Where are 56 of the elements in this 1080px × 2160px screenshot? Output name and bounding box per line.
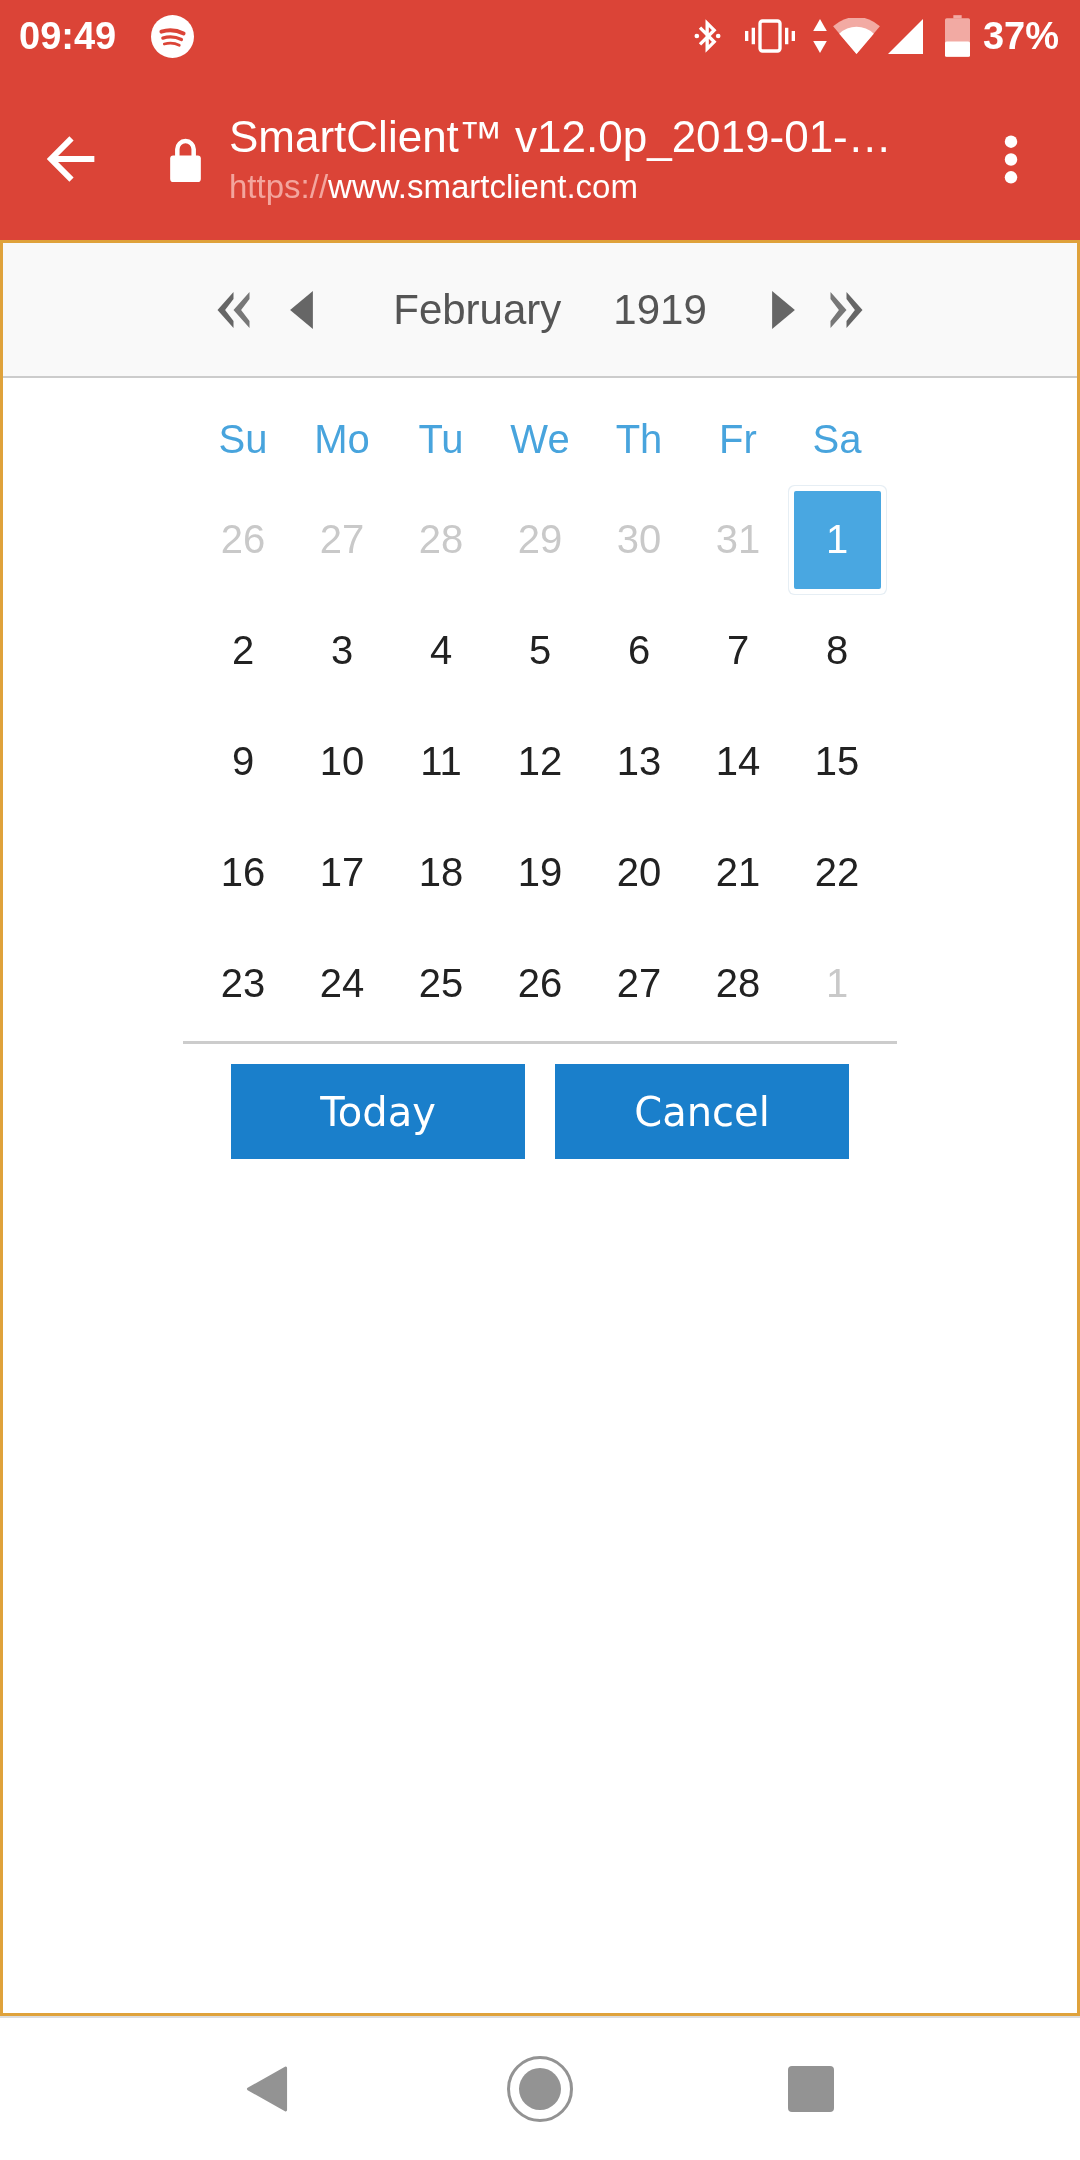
date-cell[interactable]: 24 (298, 934, 386, 1033)
double-chevron-left-icon[interactable] (217, 289, 251, 330)
cancel-button[interactable]: Cancel (555, 1064, 849, 1159)
month-label[interactable]: February (393, 288, 562, 331)
date-cell[interactable]: 3 (298, 601, 386, 700)
date-cell[interactable]: 18 (397, 823, 485, 922)
triangle-left-icon[interactable] (290, 290, 314, 329)
date-cell[interactable]: 11 (397, 712, 485, 811)
signal-icon (887, 18, 923, 54)
date-cell[interactable]: 9 (199, 712, 287, 811)
date-cell[interactable]: 14 (694, 712, 782, 811)
clock-time: 09:49 (19, 17, 117, 55)
date-cell[interactable]: 22 (793, 823, 881, 922)
date-cell[interactable]: 6 (595, 601, 683, 700)
date-cell[interactable]: 4 (397, 601, 485, 700)
date-cell[interactable]: 25 (397, 934, 485, 1033)
date-cell[interactable]: 13 (595, 712, 683, 811)
date-cell[interactable]: 21 (694, 823, 782, 922)
date-cell[interactable]: 20 (595, 823, 683, 922)
nav-back-icon[interactable] (246, 2065, 288, 2113)
weekday-label: Th (615, 419, 663, 459)
date-cell[interactable]: 17 (298, 823, 386, 922)
page-url[interactable]: https://www.smartclient.com (229, 165, 638, 207)
weekday-label: Sa (812, 419, 862, 459)
date-cell[interactable]: 15 (793, 712, 881, 811)
year-label[interactable]: 1919 (613, 288, 707, 331)
weekday-label: We (510, 419, 570, 459)
today-button[interactable]: Today (231, 1064, 525, 1159)
battery-percent: 37% (982, 17, 1059, 55)
data-arrows-icon (812, 19, 827, 53)
date-cell[interactable]: 27 (595, 934, 683, 1033)
date-cell[interactable]: 19 (496, 823, 584, 922)
back-arrow-icon[interactable] (47, 135, 96, 183)
wifi-icon (832, 18, 880, 54)
weekday-label: Su (218, 419, 268, 459)
weekday-label: Fr (719, 419, 757, 459)
date-cell[interactable]: 26 (496, 934, 584, 1033)
date-cell[interactable]: 5 (496, 601, 584, 700)
date-cell[interactable]: 28 (694, 934, 782, 1033)
date-cell[interactable]: 8 (793, 601, 881, 700)
vibrate-icon (744, 19, 795, 53)
music-app-icon (151, 14, 195, 58)
date-cell[interactable]: 7 (694, 601, 782, 700)
nav-home-icon[interactable] (507, 2056, 573, 2122)
date-cell[interactable]: 12 (496, 712, 584, 811)
weekday-label: Mo (314, 419, 370, 459)
triangle-right-icon[interactable] (771, 290, 795, 329)
lock-icon (169, 136, 202, 182)
page-title[interactable]: SmartClient™ v12.0p_2019-01-… (229, 110, 892, 164)
more-menu-icon[interactable] (1004, 134, 1018, 184)
date-cell[interactable]: 2 (199, 601, 287, 700)
weekday-label: Tu (418, 419, 464, 459)
date-cell[interactable]: 16 (199, 823, 287, 922)
date-cell[interactable]: 10 (298, 712, 386, 811)
date-cell[interactable]: 23 (199, 934, 287, 1033)
battery-icon (944, 15, 970, 57)
